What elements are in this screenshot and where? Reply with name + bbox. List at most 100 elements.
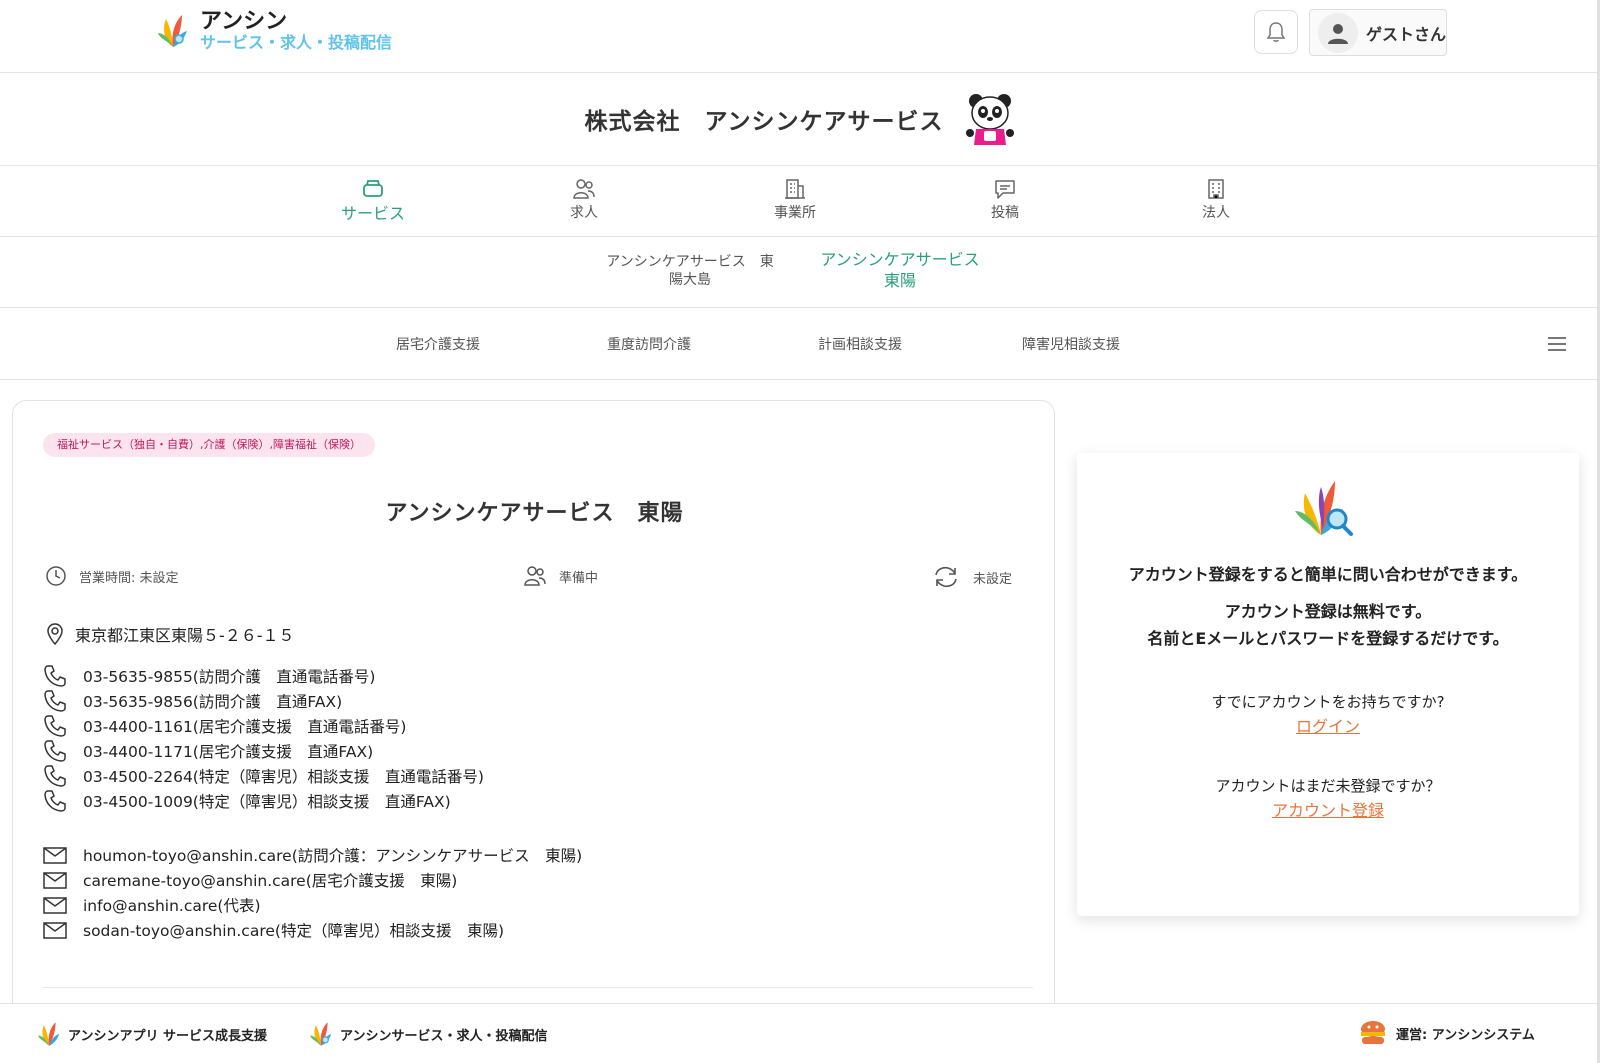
office-tab-line1: アンシンケアサービス — [820, 250, 980, 269]
email-item[interactable]: caremane-toyo@anshin.care(居宅介護支援 東陽) — [43, 867, 582, 892]
tab-posts[interactable]: 投稿 — [955, 178, 1055, 222]
phone-item[interactable]: 03-4400-1171(居宅介護支援 直通FAX) — [43, 738, 484, 763]
service-tab-plan-consultation[interactable]: 計画相談支援 — [818, 334, 902, 354]
service-tab-bar: 居宅介護支援 重度訪問介護 計画相談支援 障害児相談支援 — [0, 308, 1600, 380]
map-pin-icon — [47, 623, 63, 645]
recruit-status-text: 準備中 — [559, 570, 599, 586]
phone-icon — [44, 689, 66, 712]
address: 東京都江東区東陽５-２６-１５ — [45, 622, 295, 646]
panda-mascot-icon — [965, 94, 1014, 145]
footer-app-link[interactable]: アンシンアプリ サービス成長支援 — [38, 1018, 267, 1050]
main-tab-bar: サービス 求人 事業所 投稿 法人 — [0, 166, 1600, 237]
tab-jobs[interactable]: 求人 — [534, 178, 634, 222]
service-tab-home-care-support[interactable]: 居宅介護支援 — [396, 334, 480, 354]
office-tab-toyo-ojima[interactable]: アンシンケアサービス 東 陽大島 — [600, 253, 780, 289]
email-item[interactable]: info@anshin.care(代表) — [43, 892, 582, 917]
building-icon — [785, 179, 805, 199]
email-text: sodan-toyo@anshin.care(特定（障害児）相談支援 東陽) — [83, 921, 504, 940]
phone-text: 03-4400-1171(居宅介護支援 直通FAX) — [83, 742, 374, 761]
update-status-text: 未設定 — [973, 571, 1013, 587]
user-name: ゲストさん — [1366, 24, 1447, 44]
hamburger-menu-icon[interactable] — [1546, 334, 1568, 354]
notification-button[interactable] — [1254, 10, 1298, 54]
anshin-leaf-logo-icon — [158, 15, 187, 47]
phone-text: 03-4500-1009(特定（障害児）相談支援 直通FAX) — [83, 792, 451, 811]
email-item[interactable]: houmon-toyo@anshin.care(訪問介護：アンシンケアサービス … — [43, 842, 582, 867]
phone-item[interactable]: 03-4500-1009(特定（障害児）相談支援 直通FAX) — [43, 788, 484, 813]
footer-service-link[interactable]: アンシンサービス・求人・投稿配信 — [310, 1018, 547, 1050]
phone-text: 03-5635-9855(訪問介護 直通電話番号) — [83, 667, 376, 686]
office-tab-toyo[interactable]: アンシンケアサービス 東陽 — [810, 249, 990, 291]
phone-item[interactable]: 03-4500-2264(特定（障害児）相談支援 直通電話番号) — [43, 763, 484, 788]
company-header: 株式会社 アンシンケアサービス — [0, 73, 1600, 166]
register-free-text: アカウント登録は無料です。 — [1224, 602, 1432, 621]
clock-icon — [46, 566, 66, 586]
mail-icon — [43, 871, 67, 889]
phone-text: 03-4500-2264(特定（障害児）相談支援 直通電話番号) — [83, 767, 484, 786]
email-text: houmon-toyo@anshin.care(訪問介護：アンシンケアサービス … — [83, 846, 583, 865]
anshin-leaf-logo-icon — [310, 1022, 332, 1046]
email-item[interactable]: sodan-toyo@anshin.care(特定（障害児）相談支援 東陽) — [43, 917, 582, 942]
office-tab-line2: 東陽 — [883, 271, 916, 290]
register-prompt-card: アカウント登録をすると簡単に問い合わせができます。 アカウント登録は無料です。 … — [1077, 453, 1579, 916]
facility-name: アンシンケアサービス 東陽 — [385, 501, 684, 526]
phone-icon — [44, 764, 66, 787]
footer-app-label: アンシンアプリ サービス成長支援 — [68, 1028, 268, 1044]
phone-icon — [44, 739, 66, 762]
logo-title: アンシン — [200, 9, 288, 34]
top-header: アンシン サービス・求人・投稿配信 ゲストさん — [0, 0, 1600, 73]
tab-offices[interactable]: 事業所 — [745, 178, 845, 222]
tab-corporation[interactable]: 法人 — [1166, 178, 1266, 222]
service-tab-severe-visiting-care[interactable]: 重度訪問介護 — [607, 334, 691, 354]
anshin-system-logo-icon — [1361, 1021, 1385, 1044]
recruit-status: 準備中 — [523, 565, 598, 587]
people-icon — [573, 179, 595, 199]
service-icon — [363, 180, 383, 197]
mail-icon — [43, 921, 67, 939]
office-tab-line1: アンシンケアサービス 東 — [606, 254, 774, 270]
footer-service-label: アンシンサービス・求人・投稿配信 — [340, 1028, 548, 1044]
mail-icon — [43, 846, 67, 864]
phone-text: 03-5635-9856(訪問介護 直通FAX) — [83, 692, 343, 711]
phone-item[interactable]: 03-5635-9856(訪問介護 直通FAX) — [43, 688, 484, 713]
site-logo[interactable]: アンシン サービス・求人・投稿配信 — [158, 10, 392, 52]
tab-corporation-label: 法人 — [1202, 205, 1230, 221]
business-hours: 営業時間: 未設定 — [45, 565, 179, 587]
has-account-text: すでにアカウントをお持ちですか? — [1211, 693, 1445, 711]
anshin-search-logo-icon — [1295, 481, 1353, 536]
divider — [43, 987, 1033, 988]
update-status: 未設定 — [931, 565, 1012, 589]
user-icon — [1328, 23, 1348, 44]
address-text: 東京都江東区東陽５-２６-１５ — [75, 626, 295, 645]
service-tab-child-consultation[interactable]: 障害児相談支援 — [1022, 334, 1120, 354]
company-name: 株式会社 アンシンケアサービス — [584, 109, 944, 135]
phone-list: 03-5635-9855(訪問介護 直通電話番号) 03-5635-9856(訪… — [43, 663, 484, 813]
tab-service[interactable]: サービス — [323, 178, 423, 224]
login-link[interactable]: ログイン — [1296, 717, 1360, 736]
mail-icon — [43, 896, 67, 914]
office-tab-line2: 陽大島 — [669, 272, 711, 288]
office-tab-bar: アンシンケアサービス 東 陽大島 アンシンケアサービス 東陽 — [0, 237, 1600, 308]
register-link[interactable]: アカウント登録 — [1272, 801, 1384, 820]
anshin-leaf-logo-icon — [38, 1022, 60, 1046]
footer-operator-link[interactable]: 運営: アンシンシステム — [1358, 1018, 1535, 1048]
register-requirements-text: 名前とEメールとパスワードを登録するだけです。 — [1147, 629, 1509, 648]
email-text: caremane-toyo@anshin.care(居宅介護支援 東陽) — [83, 871, 458, 890]
message-icon — [995, 180, 1015, 199]
tab-offices-label: 事業所 — [774, 205, 816, 221]
tab-service-label: サービス — [340, 204, 405, 223]
user-menu-button[interactable]: ゲストさん — [1309, 9, 1447, 56]
no-account-text: アカウントはまだ未登録ですか？ — [1215, 777, 1441, 795]
people-icon — [524, 566, 546, 586]
logo-subtitle: サービス・求人・投稿配信 — [200, 33, 393, 52]
footer-operator-label: 運営: アンシンシステム — [1396, 1027, 1535, 1043]
phone-item[interactable]: 03-4400-1161(居宅介護支援 直通電話番号) — [43, 713, 484, 738]
phone-item[interactable]: 03-5635-9855(訪問介護 直通電話番号) — [43, 663, 484, 688]
email-text: info@anshin.care(代表) — [83, 896, 261, 915]
phone-icon — [44, 664, 66, 687]
facility-card: 福祉サービス（独自・自費）,介護（保険）,障害福祉（保険） アンシンケアサービス… — [12, 400, 1055, 1063]
corporation-icon — [1208, 179, 1224, 199]
tab-posts-label: 投稿 — [991, 205, 1019, 221]
footer: アンシンアプリ サービス成長支援 アンシンサービス・求人・投稿配信 運営: アン… — [0, 1003, 1600, 1063]
category-badge: 福祉サービス（独自・自費）,介護（保険）,障害福祉（保険） — [43, 433, 375, 457]
